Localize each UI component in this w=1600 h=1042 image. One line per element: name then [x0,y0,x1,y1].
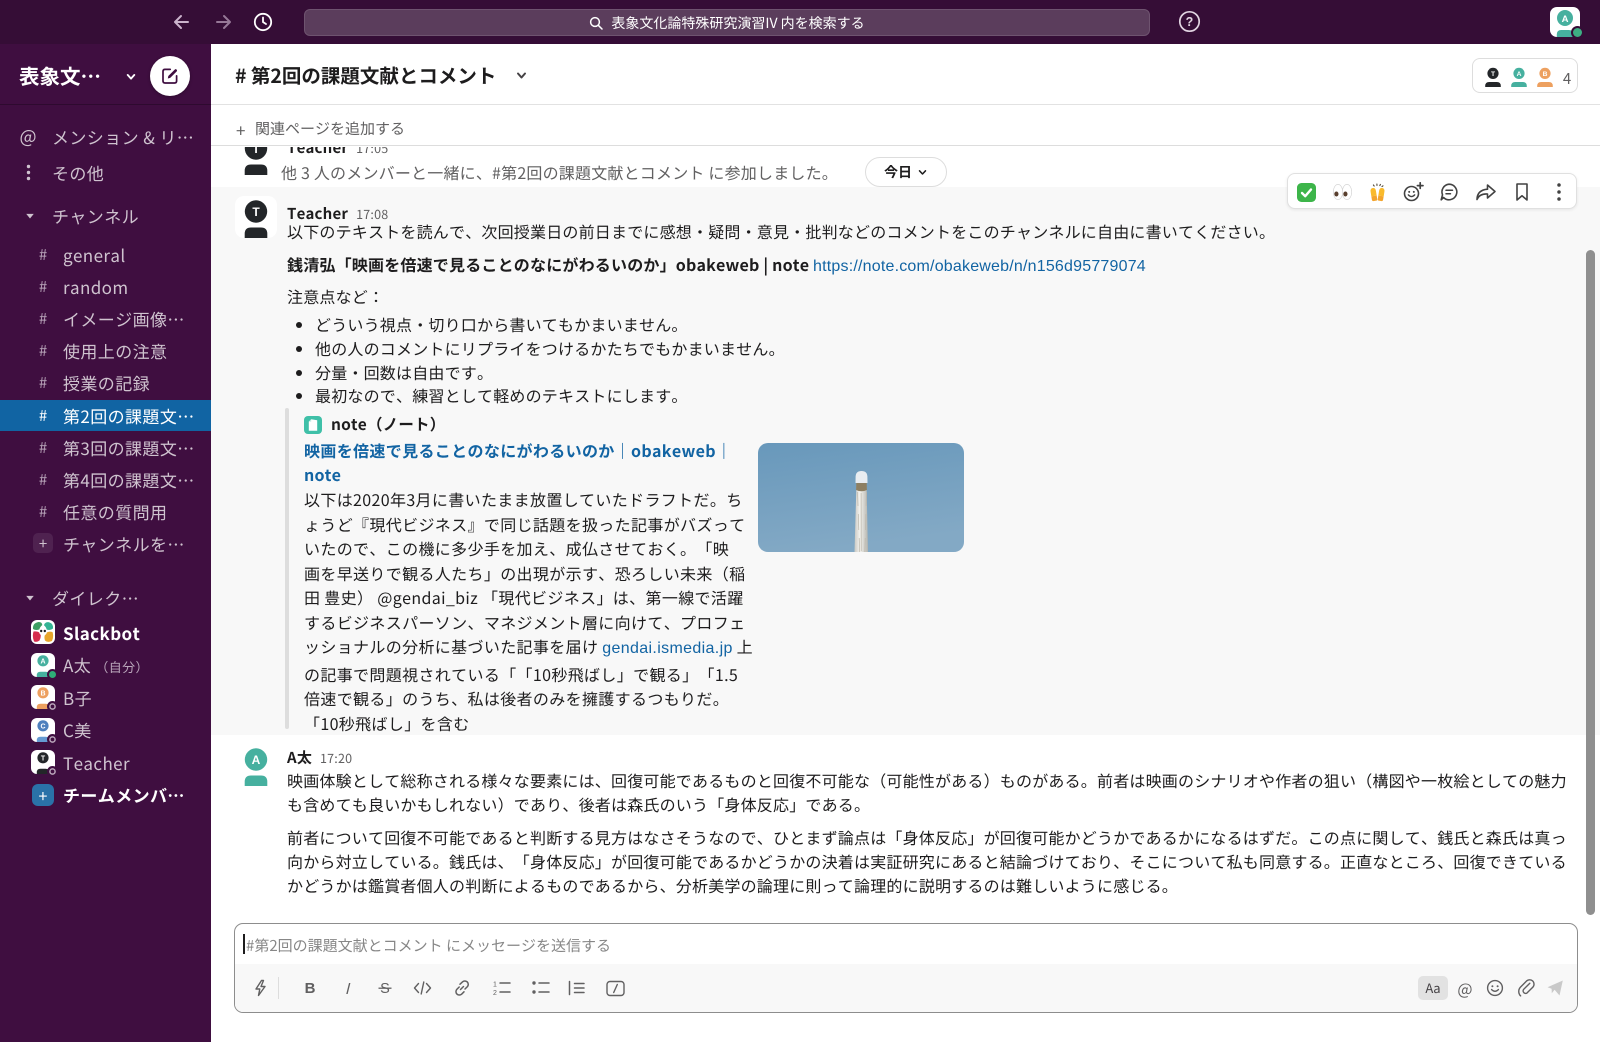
svg-text:A: A [40,658,45,665]
svg-text:A: A [1562,14,1569,25]
svg-text:2: 2 [493,990,497,996]
svg-text:A: A [252,753,261,767]
svg-text:T: T [41,756,46,763]
svg-text:?: ? [1186,15,1194,29]
svg-text:B: B [1543,71,1548,78]
svg-text:A: A [1517,71,1522,78]
svg-text:S: S [380,981,390,997]
svg-text:T: T [252,205,260,219]
svg-text:1: 1 [493,982,497,989]
svg-text:T: T [252,147,260,156]
svg-text:B: B [40,691,45,698]
svg-text:C: C [40,723,45,730]
